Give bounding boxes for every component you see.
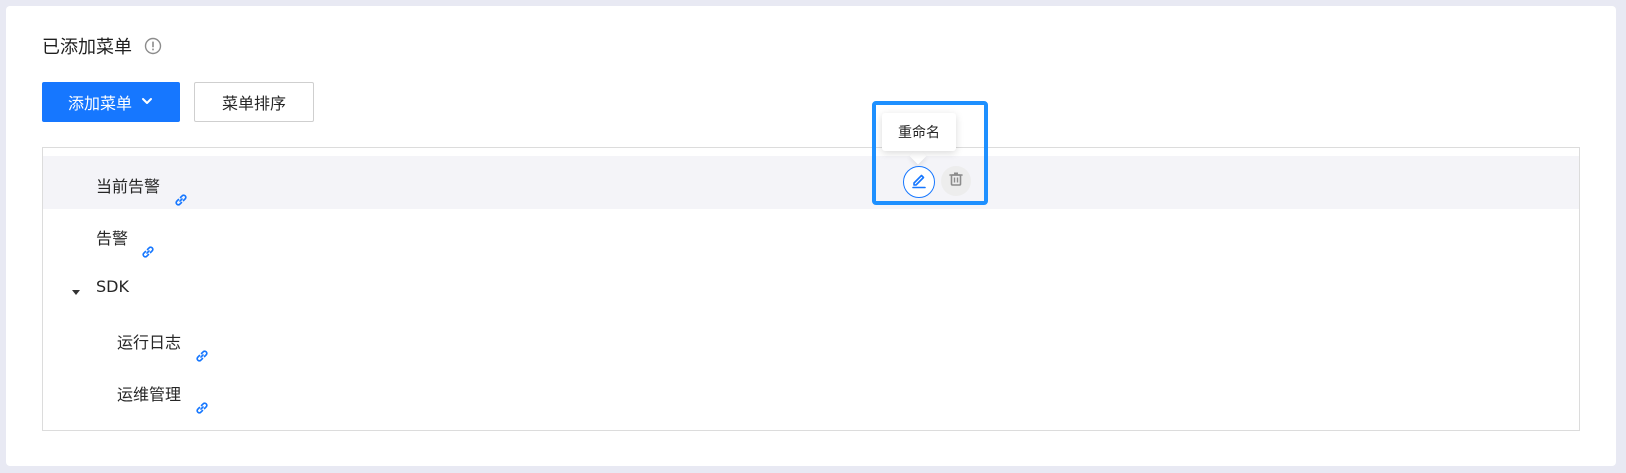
menu-tree: 当前告警 告警 SDK 运行日志 运维管理 bbox=[42, 147, 1580, 431]
info-circle-icon[interactable] bbox=[144, 37, 162, 55]
sort-menu-button[interactable]: 菜单排序 bbox=[194, 82, 314, 122]
caret-down-icon[interactable] bbox=[71, 282, 81, 295]
tree-row-alarm[interactable]: 告警 bbox=[43, 208, 1579, 261]
section-title: 已添加菜单 bbox=[42, 37, 132, 58]
link-icon[interactable] bbox=[139, 243, 157, 261]
tree-row-current-alarm[interactable]: 当前告警 bbox=[43, 156, 1579, 209]
tree-item-label: 告警 bbox=[96, 229, 129, 248]
tree-row-run-log[interactable]: 运行日志 bbox=[43, 312, 1579, 365]
add-menu-label: 添加菜单 bbox=[67, 94, 132, 113]
tree-row-sdk[interactable]: SDK bbox=[43, 260, 1579, 313]
tree-item-label: 当前告警 bbox=[96, 177, 161, 196]
link-icon[interactable] bbox=[193, 399, 211, 417]
tree-item-label: 运行日志 bbox=[117, 333, 182, 352]
link-icon[interactable] bbox=[193, 347, 211, 365]
tree-item-label: 运维管理 bbox=[117, 385, 182, 404]
chevron-down-icon bbox=[140, 93, 154, 112]
tree-item-label: SDK bbox=[96, 277, 129, 296]
add-menu-button[interactable]: 添加菜单 bbox=[42, 82, 180, 122]
sort-menu-label: 菜单排序 bbox=[221, 94, 286, 113]
link-icon[interactable] bbox=[172, 191, 190, 209]
section-header: 已添加菜单 bbox=[42, 34, 162, 58]
tree-row-ops-management[interactable]: 运维管理 bbox=[43, 364, 1579, 417]
row-actions-highlight bbox=[872, 101, 988, 205]
